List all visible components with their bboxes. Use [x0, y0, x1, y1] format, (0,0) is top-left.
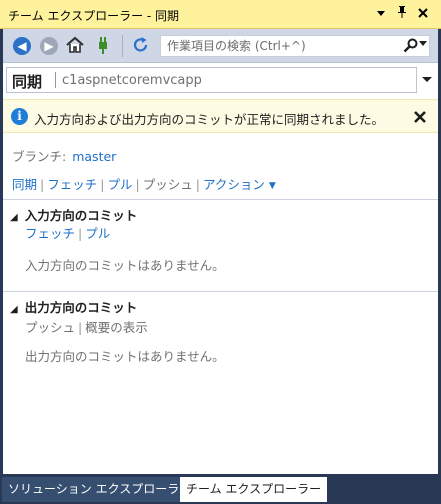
- incoming-empty-message: 入力方向のコミットはありません。: [25, 258, 225, 273]
- collapse-triangle-icon[interactable]: ◢: [10, 304, 18, 315]
- toolbar: ◀ ▶: [3, 29, 438, 63]
- work-item-search: [160, 35, 430, 57]
- pin-button[interactable]: [393, 5, 411, 23]
- arrow-left-icon: ◀: [17, 39, 27, 53]
- connect-icon[interactable]: [93, 35, 113, 55]
- info-bar: i 入力方向および出力方向のコミットが正常に同期されました。: [3, 99, 438, 133]
- separator: |: [135, 177, 140, 192]
- push-link-disabled[interactable]: プッシュ: [143, 177, 193, 192]
- section-divider: [3, 291, 438, 292]
- incoming-title: 入力方向のコミット: [24, 208, 138, 223]
- sync-actions: 同期 | フェッチ | プル | プッシュ | アクション ▼: [12, 174, 276, 193]
- team-explorer-window: チーム エクスプローラー - 同期 ◀ ▶ 作業項目の検索 (Ctrl+^) 同…: [0, 0, 441, 504]
- collapse-triangle-icon[interactable]: ◢: [10, 212, 18, 223]
- dismiss-info-button[interactable]: [414, 105, 426, 128]
- separator: |: [78, 320, 83, 335]
- actions-menu[interactable]: アクション: [203, 177, 265, 192]
- outgoing-title: 出力方向のコミット: [24, 300, 138, 315]
- pull-link[interactable]: プル: [107, 177, 132, 192]
- forward-button[interactable]: ▶: [40, 37, 58, 55]
- window-menu-button[interactable]: [372, 5, 390, 23]
- separator: |: [195, 177, 200, 192]
- window-title: チーム エクスプローラー - 同期: [8, 9, 180, 23]
- arrow-right-icon: ▶: [44, 39, 54, 53]
- incoming-fetch-link[interactable]: フェッチ: [25, 226, 75, 241]
- outgoing-section-header[interactable]: ◢ 出力方向のコミット: [10, 297, 137, 316]
- section-divider: [3, 199, 438, 200]
- dropdown-icon: [377, 11, 385, 16]
- page-title: 同期: [12, 73, 43, 91]
- info-icon: i: [11, 108, 28, 125]
- search-options-icon[interactable]: [419, 39, 427, 47]
- chevron-down-icon[interactable]: ▼: [269, 181, 276, 191]
- back-button[interactable]: ◀: [13, 37, 31, 55]
- branch-info: ブランチ: master: [12, 146, 116, 165]
- toolbar-separator: [122, 35, 123, 57]
- close-window-button[interactable]: [414, 5, 432, 23]
- search-input[interactable]: [167, 37, 392, 55]
- incoming-pull-link[interactable]: プル: [85, 226, 110, 241]
- home-icon[interactable]: [65, 35, 85, 55]
- separator: |: [78, 226, 83, 241]
- fetch-link[interactable]: フェッチ: [47, 177, 97, 192]
- outgoing-actions: プッシュ | 概要の表示: [25, 317, 148, 336]
- title-bar: チーム エクスプローラー - 同期: [0, 0, 441, 29]
- repository-name: c1aspnetcoremvcapp: [62, 73, 202, 88]
- sync-link[interactable]: 同期: [12, 177, 37, 192]
- page-dropdown-icon[interactable]: [422, 74, 432, 84]
- page-selector-separator: [55, 72, 56, 88]
- outgoing-push-link[interactable]: プッシュ: [25, 320, 75, 335]
- incoming-section-header[interactable]: ◢ 入力方向のコミット: [10, 205, 137, 224]
- tab-solution-explorer[interactable]: ソリューション エクスプローラー: [2, 477, 198, 502]
- incoming-actions: フェッチ | プル: [25, 223, 110, 242]
- tab-team-explorer[interactable]: チーム エクスプローラー: [180, 477, 328, 502]
- outgoing-empty-message: 出力方向のコミットはありません。: [25, 349, 225, 364]
- tool-window-tabs: ソリューション エクスプローラー チーム エクスプローラー: [0, 477, 441, 504]
- close-icon: [414, 111, 426, 123]
- separator: |: [40, 177, 45, 192]
- branch-link[interactable]: master: [72, 149, 116, 164]
- pin-icon: [398, 6, 406, 18]
- view-summary-link[interactable]: 概要の表示: [85, 320, 148, 335]
- branch-label: ブランチ:: [12, 149, 67, 164]
- refresh-icon[interactable]: [131, 35, 151, 55]
- team-explorer-panel: ◀ ▶ 作業項目の検索 (Ctrl+^) 同期 c1aspnetcoremvca…: [3, 29, 438, 474]
- separator: |: [100, 177, 105, 192]
- info-message: 入力方向および出力方向のコミットが正常に同期されました。: [34, 112, 385, 127]
- close-icon: [418, 8, 428, 18]
- page-selector[interactable]: 同期 c1aspnetcoremvcapp: [6, 67, 417, 93]
- search-icon[interactable]: [403, 38, 418, 53]
